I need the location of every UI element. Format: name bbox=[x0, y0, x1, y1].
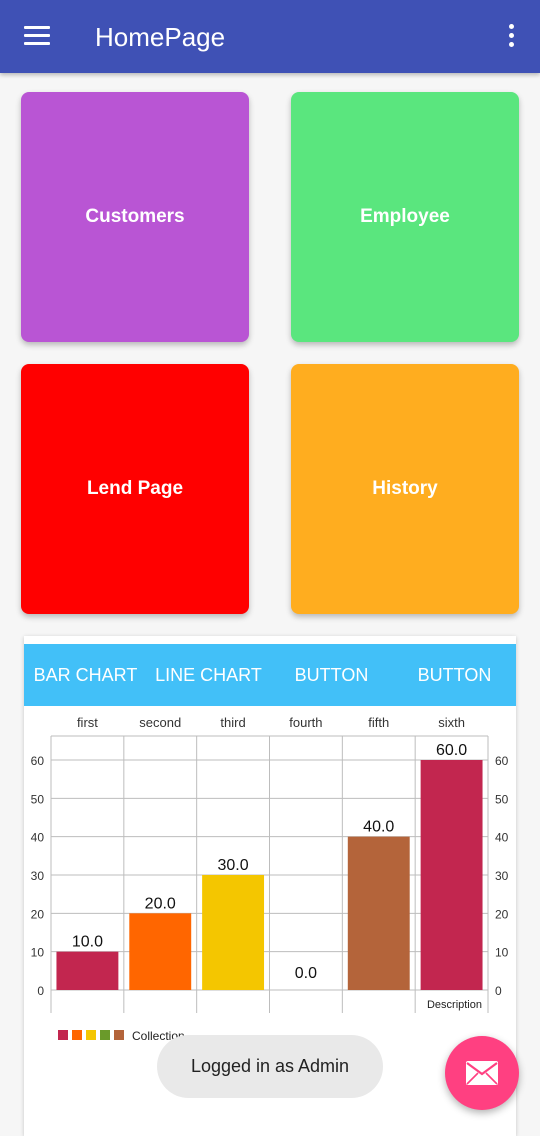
page-title: HomePage bbox=[95, 22, 226, 52]
tile-label: Lend Page bbox=[86, 478, 184, 499]
employee-tile[interactable]: Employee bbox=[291, 92, 519, 342]
bar-value-label: 40.0 bbox=[363, 819, 394, 836]
y-tick-label-right: 50 bbox=[495, 792, 509, 806]
tile-label: Customers bbox=[85, 206, 185, 227]
x-tick-label: third bbox=[220, 715, 245, 730]
chart-description: Description bbox=[427, 999, 482, 1011]
y-tick-label-left: 10 bbox=[31, 946, 45, 960]
y-tick-label-right: 60 bbox=[495, 754, 509, 768]
lend-page-tile[interactable]: Lend Page bbox=[21, 364, 249, 614]
legend-swatch bbox=[72, 1030, 82, 1040]
y-tick-label-right: 0 bbox=[495, 984, 502, 998]
bar bbox=[56, 951, 119, 990]
x-tick-label: first bbox=[77, 715, 98, 730]
legend-swatch bbox=[58, 1030, 68, 1040]
history-tile[interactable]: History bbox=[291, 364, 519, 614]
y-tick-label-left: 40 bbox=[31, 831, 45, 845]
bar bbox=[347, 836, 410, 990]
mail-fab-button[interactable] bbox=[445, 1036, 519, 1110]
bar bbox=[202, 875, 265, 990]
tile-label: History bbox=[372, 478, 438, 499]
y-tick-label-left: 20 bbox=[31, 907, 45, 921]
bar-value-label: 30.0 bbox=[218, 857, 249, 874]
more-vert-icon[interactable] bbox=[500, 24, 522, 50]
app-bar: HomePage bbox=[0, 0, 540, 73]
customers-tile[interactable]: Customers bbox=[21, 92, 249, 342]
y-tick-label-left: 0 bbox=[37, 984, 44, 998]
x-tick-label: second bbox=[139, 715, 181, 730]
y-tick-label-right: 30 bbox=[495, 869, 509, 883]
toast-message: Logged in as Admin bbox=[157, 1035, 383, 1098]
legend-swatch bbox=[114, 1030, 124, 1040]
menu-icon[interactable] bbox=[24, 26, 50, 46]
x-tick-label: fourth bbox=[289, 715, 322, 730]
y-tick-label-right: 10 bbox=[495, 946, 509, 960]
bar-value-label: 60.0 bbox=[436, 742, 467, 759]
y-tick-label-left: 60 bbox=[31, 754, 45, 768]
y-tick-label-left: 50 bbox=[31, 792, 45, 806]
bar bbox=[420, 760, 483, 990]
bar-value-label: 0.0 bbox=[295, 965, 317, 982]
tile-label: Employee bbox=[360, 206, 450, 227]
x-tick-label: fifth bbox=[368, 715, 389, 730]
legend-swatch bbox=[86, 1030, 96, 1040]
legend-swatch bbox=[100, 1030, 110, 1040]
y-tick-label-right: 40 bbox=[495, 831, 509, 845]
y-tick-label-left: 30 bbox=[31, 869, 45, 883]
bar-value-label: 20.0 bbox=[145, 895, 176, 912]
bar bbox=[129, 913, 192, 990]
bar-value-label: 10.0 bbox=[72, 934, 103, 951]
mail-icon bbox=[466, 1061, 498, 1085]
x-tick-label: sixth bbox=[438, 715, 465, 730]
y-tick-label-right: 20 bbox=[495, 907, 509, 921]
